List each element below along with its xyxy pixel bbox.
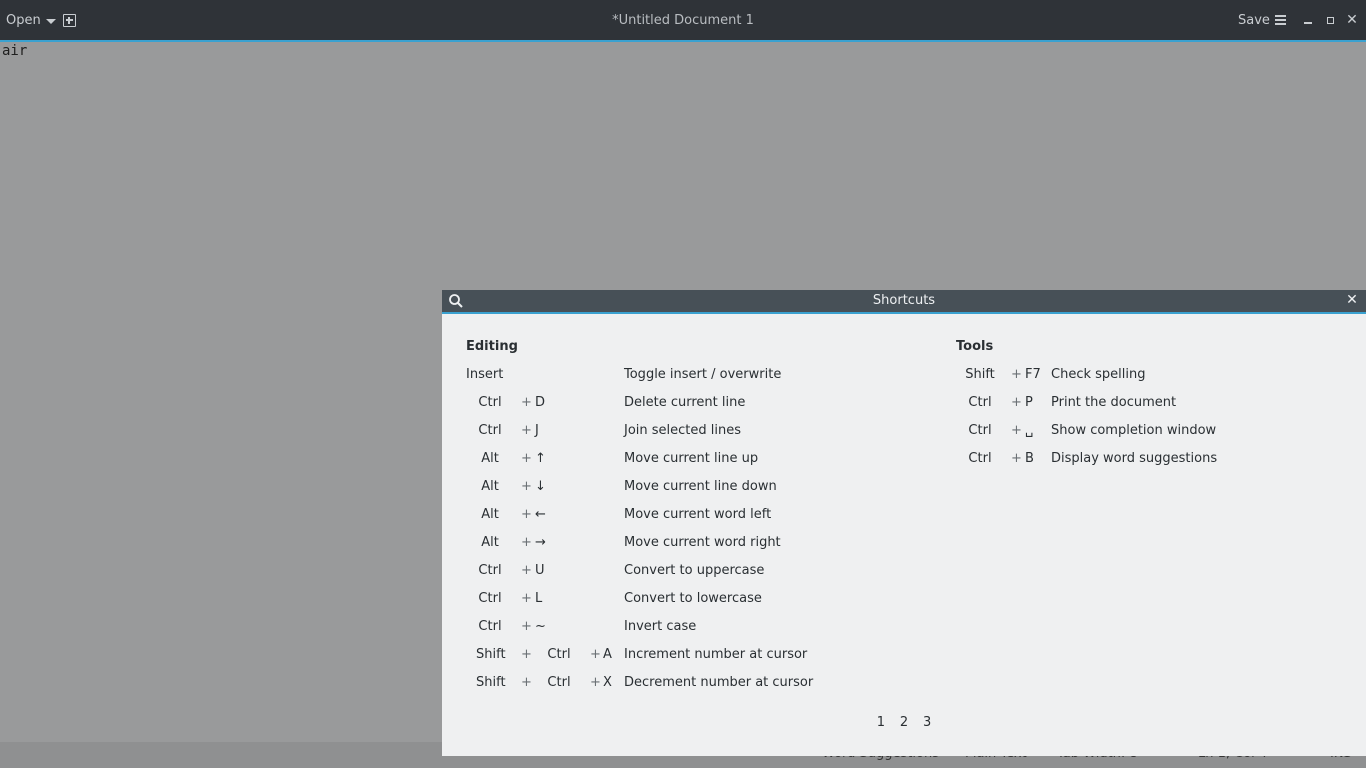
shortcut-row: Ctrl + ~ Invert case xyxy=(442,619,922,639)
plus-sign: + xyxy=(521,507,532,522)
editor-content: air xyxy=(2,43,28,59)
shortcut-row: Alt + ↓ Move current line down xyxy=(442,479,922,499)
shortcut-row: Shift + Ctrl + A Increment number at cursor xyxy=(442,647,922,667)
plus-sign: + xyxy=(590,647,601,662)
plus-sign: + xyxy=(521,563,532,578)
plus-sign: + xyxy=(521,647,532,662)
shortcut-key: Ctrl xyxy=(478,563,502,578)
plus-sign: + xyxy=(1011,423,1022,438)
save-button[interactable]: Save xyxy=(1238,0,1270,40)
shortcut-description: Decrement number at cursor xyxy=(624,675,814,690)
shortcut-description: Move current word left xyxy=(624,507,772,522)
shortcut-row: Alt + ← Move current word left xyxy=(442,507,922,527)
shortcut-description: Invert case xyxy=(624,619,697,634)
page-selector: 1 2 3 xyxy=(442,715,1366,730)
shortcut-row: Ctrl + P Print the document xyxy=(442,395,1342,415)
shortcut-row: Ctrl + L Convert to lowercase xyxy=(442,591,922,611)
open-label: Open xyxy=(6,12,41,28)
shortcut-key: X xyxy=(603,675,612,690)
chevron-down-icon xyxy=(45,18,56,24)
shortcut-description: Convert to lowercase xyxy=(624,591,762,606)
plus-sign: + xyxy=(1011,395,1022,410)
shortcut-key: ␣ xyxy=(1025,423,1034,438)
shortcut-key: Ctrl xyxy=(478,619,502,634)
shortcut-key: B xyxy=(1025,451,1034,466)
plus-sign: + xyxy=(521,619,532,634)
shortcut-key: → xyxy=(535,535,546,550)
shortcut-key: Ctrl xyxy=(478,591,502,606)
close-icon[interactable]: ✕ xyxy=(1344,292,1360,308)
shortcut-key: Alt xyxy=(481,507,499,522)
shortcut-key: Alt xyxy=(481,535,499,550)
hamburger-menu-icon[interactable] xyxy=(1273,0,1287,40)
plus-sign: + xyxy=(590,675,601,690)
new-document-button[interactable] xyxy=(61,0,77,40)
shortcut-row: Ctrl + B Display word suggestions xyxy=(442,451,1342,471)
shortcut-description: Move current word right xyxy=(624,535,781,550)
shortcut-row: Ctrl + ␣ Show completion window xyxy=(442,423,1342,443)
shortcut-row: Ctrl + U Convert to uppercase xyxy=(442,563,922,583)
shortcut-key: U xyxy=(535,563,545,578)
shortcut-description: Convert to uppercase xyxy=(624,563,765,578)
shortcut-key: Alt xyxy=(481,479,499,494)
shortcut-description: Print the document xyxy=(1051,395,1177,410)
shortcut-description: Increment number at cursor xyxy=(624,647,808,662)
shortcut-description: Check spelling xyxy=(1051,367,1146,382)
shortcut-key: Shift xyxy=(965,367,995,382)
shortcut-key: F7 xyxy=(1025,367,1041,382)
shortcut-row: Alt + → Move current word right xyxy=(442,535,922,555)
page-1-button[interactable]: 1 xyxy=(871,715,890,730)
shortcut-description: Display word suggestions xyxy=(1051,451,1218,466)
minimize-icon[interactable] xyxy=(1302,0,1314,40)
plus-sign: + xyxy=(521,535,532,550)
dialog-header: Shortcuts ✕ xyxy=(442,290,1366,314)
shortcut-key: Ctrl xyxy=(968,395,992,410)
plus-sign: + xyxy=(1011,451,1022,466)
plus-sign: + xyxy=(521,479,532,494)
plus-sign: + xyxy=(521,675,532,690)
shortcut-key: ← xyxy=(535,507,546,522)
shortcut-key: ~ xyxy=(535,619,546,634)
shortcut-description: Show completion window xyxy=(1051,423,1217,438)
shortcut-key: Ctrl xyxy=(968,423,992,438)
shortcut-description: Move current line down xyxy=(624,479,777,494)
shortcut-key: A xyxy=(603,647,612,662)
shortcuts-dialog: Shortcuts ✕ Editing Tools Insert Toggle i… xyxy=(442,290,1366,756)
shortcut-key: Ctrl xyxy=(547,647,571,662)
page-2-button[interactable]: 2 xyxy=(895,715,914,730)
plus-sign: + xyxy=(1011,367,1022,382)
page-3-button[interactable]: 3 xyxy=(918,715,937,730)
open-button[interactable]: Open xyxy=(6,0,56,40)
new-tab-icon xyxy=(62,13,76,27)
shortcut-key: Shift xyxy=(476,647,506,662)
title-bar: Open *Untitled Document 1 Save ✕ xyxy=(0,0,1366,42)
tools-section-title: Tools xyxy=(956,339,994,354)
shortcut-key: Shift xyxy=(476,675,506,690)
maximize-icon[interactable] xyxy=(1324,0,1336,40)
shortcut-key: P xyxy=(1025,395,1033,410)
plus-sign: + xyxy=(521,591,532,606)
shortcut-key: L xyxy=(535,591,543,606)
editing-section-title: Editing xyxy=(466,339,518,354)
shortcut-row: Shift + F7 Check spelling xyxy=(442,367,1342,387)
document-title: *Untitled Document 1 xyxy=(612,12,754,28)
shortcut-row: Shift + Ctrl + X Decrement number at cursor xyxy=(442,675,922,695)
shortcut-key: Ctrl xyxy=(968,451,992,466)
shortcut-key: Ctrl xyxy=(547,675,571,690)
shortcut-key: ↓ xyxy=(535,479,546,494)
close-icon[interactable]: ✕ xyxy=(1346,0,1358,40)
dialog-title: Shortcuts xyxy=(872,293,936,308)
